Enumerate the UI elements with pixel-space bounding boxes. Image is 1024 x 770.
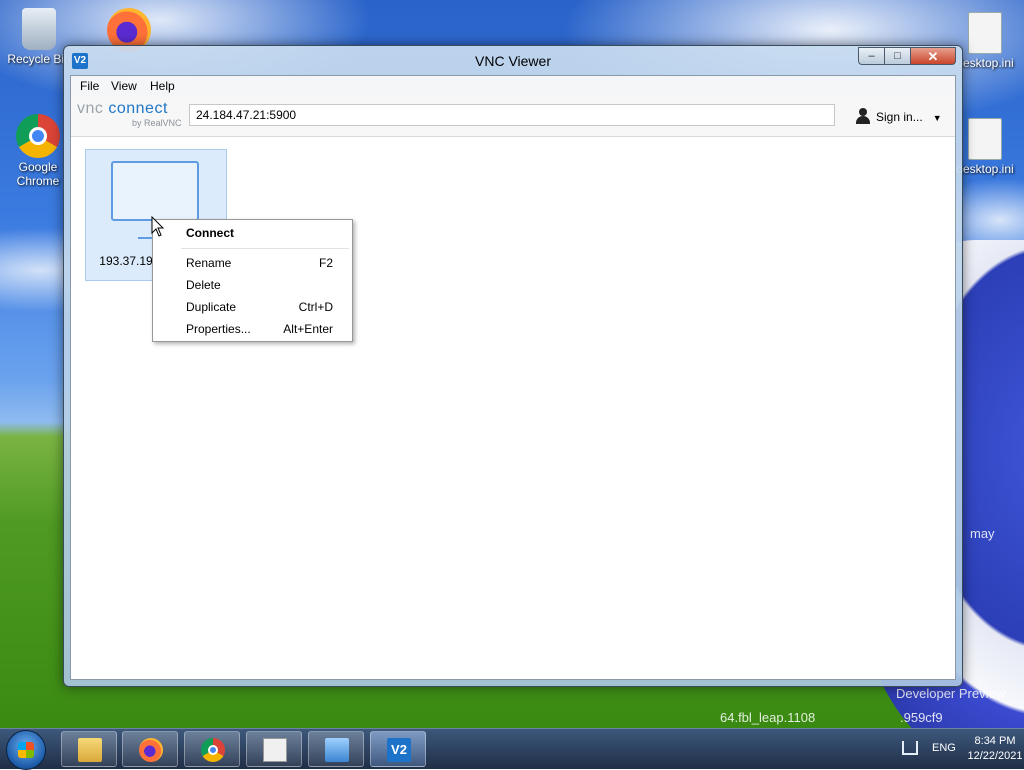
sign-in-button[interactable]: Sign in... ▼	[855, 108, 942, 124]
clock[interactable]: 8:34 PM 12/22/2021	[966, 734, 1024, 764]
menu-file[interactable]: File	[80, 79, 99, 93]
firefox-icon	[139, 738, 163, 762]
chrome-icon	[201, 738, 225, 762]
computer-monitor-icon	[111, 161, 199, 221]
menu-bar: File View Help	[71, 76, 955, 96]
taskbar-notepad[interactable]	[246, 731, 302, 767]
address-input[interactable]	[189, 104, 835, 126]
watermark-line: Developer Preview	[896, 686, 1006, 701]
taskbar: V2 ENG 8:34 PM 12/22/2021	[0, 728, 1024, 770]
taskbar-vnc-viewer[interactable]: V2	[370, 731, 426, 767]
taskbar-firefox[interactable]	[122, 731, 178, 767]
logo-vnc: vnc	[77, 100, 104, 117]
menu-item-label: Delete	[186, 278, 221, 292]
system-tray: ENG 8:34 PM 12/22/2021	[874, 729, 1024, 769]
watermark-line: 64.fbl_leap.1108	[720, 710, 816, 725]
title-bar[interactable]: V2 VNC Viewer ‒ □ ✕	[64, 46, 962, 76]
context-menu-delete[interactable]: Delete	[153, 274, 352, 296]
logo-subtitle: by RealVNC	[132, 118, 182, 128]
window-controls: ‒ □ ✕	[858, 47, 956, 67]
vnc-icon: V2	[387, 738, 411, 762]
menu-item-shortcut: Ctrl+D	[298, 300, 333, 314]
taskbar-chrome[interactable]	[184, 731, 240, 767]
logo-connect: connect	[108, 100, 168, 117]
clock-date: 12/22/2021	[967, 750, 1023, 762]
folder-icon	[78, 738, 102, 762]
minimize-button[interactable]: ‒	[858, 47, 884, 65]
context-menu: Connect Rename F2 Delete Duplicate Ctrl+…	[152, 219, 353, 342]
menu-item-label: Properties...	[186, 322, 251, 336]
network-icon[interactable]	[902, 741, 918, 755]
watermark-line: .959cf9	[900, 710, 943, 725]
menu-view[interactable]: View	[111, 79, 137, 93]
menu-item-label: Connect	[186, 226, 234, 240]
control-panel-icon	[325, 738, 349, 762]
clock-time: 8:34 PM	[974, 735, 1016, 747]
sign-in-label: Sign in...	[876, 110, 923, 124]
start-button[interactable]	[6, 730, 46, 770]
taskbar-control-panel[interactable]	[308, 731, 364, 767]
wallpaper-text: may	[970, 526, 995, 541]
toolbar: vnc connect by RealVNC Sign in... ▼	[71, 96, 955, 137]
menu-item-label: Rename	[186, 256, 232, 270]
mouse-pointer-icon	[151, 216, 165, 237]
vnc-connect-logo: vnc connect by RealVNC	[77, 100, 187, 132]
language-indicator[interactable]: ENG	[932, 742, 956, 754]
menu-help[interactable]: Help	[150, 79, 175, 93]
settings-file-icon	[968, 118, 1002, 160]
vnc-viewer-window: V2 VNC Viewer ‒ □ ✕ File View Help vnc c…	[63, 45, 963, 687]
close-button[interactable]: ✕	[910, 47, 956, 65]
chrome-icon	[16, 114, 60, 158]
desktop-icon-label: Google Chrome	[16, 160, 60, 188]
maximize-button[interactable]: □	[884, 47, 910, 65]
user-icon	[855, 108, 871, 124]
context-menu-properties[interactable]: Properties... Alt+Enter	[153, 318, 352, 340]
menu-item-shortcut: Alt+Enter	[283, 322, 333, 336]
context-menu-connect[interactable]: Connect	[153, 222, 352, 244]
context-menu-rename[interactable]: Rename F2	[153, 252, 352, 274]
menu-item-shortcut: F2	[318, 256, 333, 270]
menu-item-label: Duplicate	[186, 300, 237, 314]
notepad-icon	[263, 738, 287, 762]
chevron-down-icon: ▼	[932, 113, 942, 123]
logo-wordmark: vnc connect	[77, 100, 168, 118]
menu-separator	[181, 248, 349, 249]
window-client-area: File View Help vnc connect by RealVNC Si…	[70, 75, 956, 680]
recycle-bin-icon	[22, 8, 56, 50]
settings-file-icon	[968, 12, 1002, 54]
taskbar-explorer[interactable]	[61, 731, 117, 767]
context-menu-duplicate[interactable]: Duplicate Ctrl+D	[153, 296, 352, 318]
windows-logo-icon	[18, 742, 34, 758]
window-title: VNC Viewer	[475, 53, 551, 69]
